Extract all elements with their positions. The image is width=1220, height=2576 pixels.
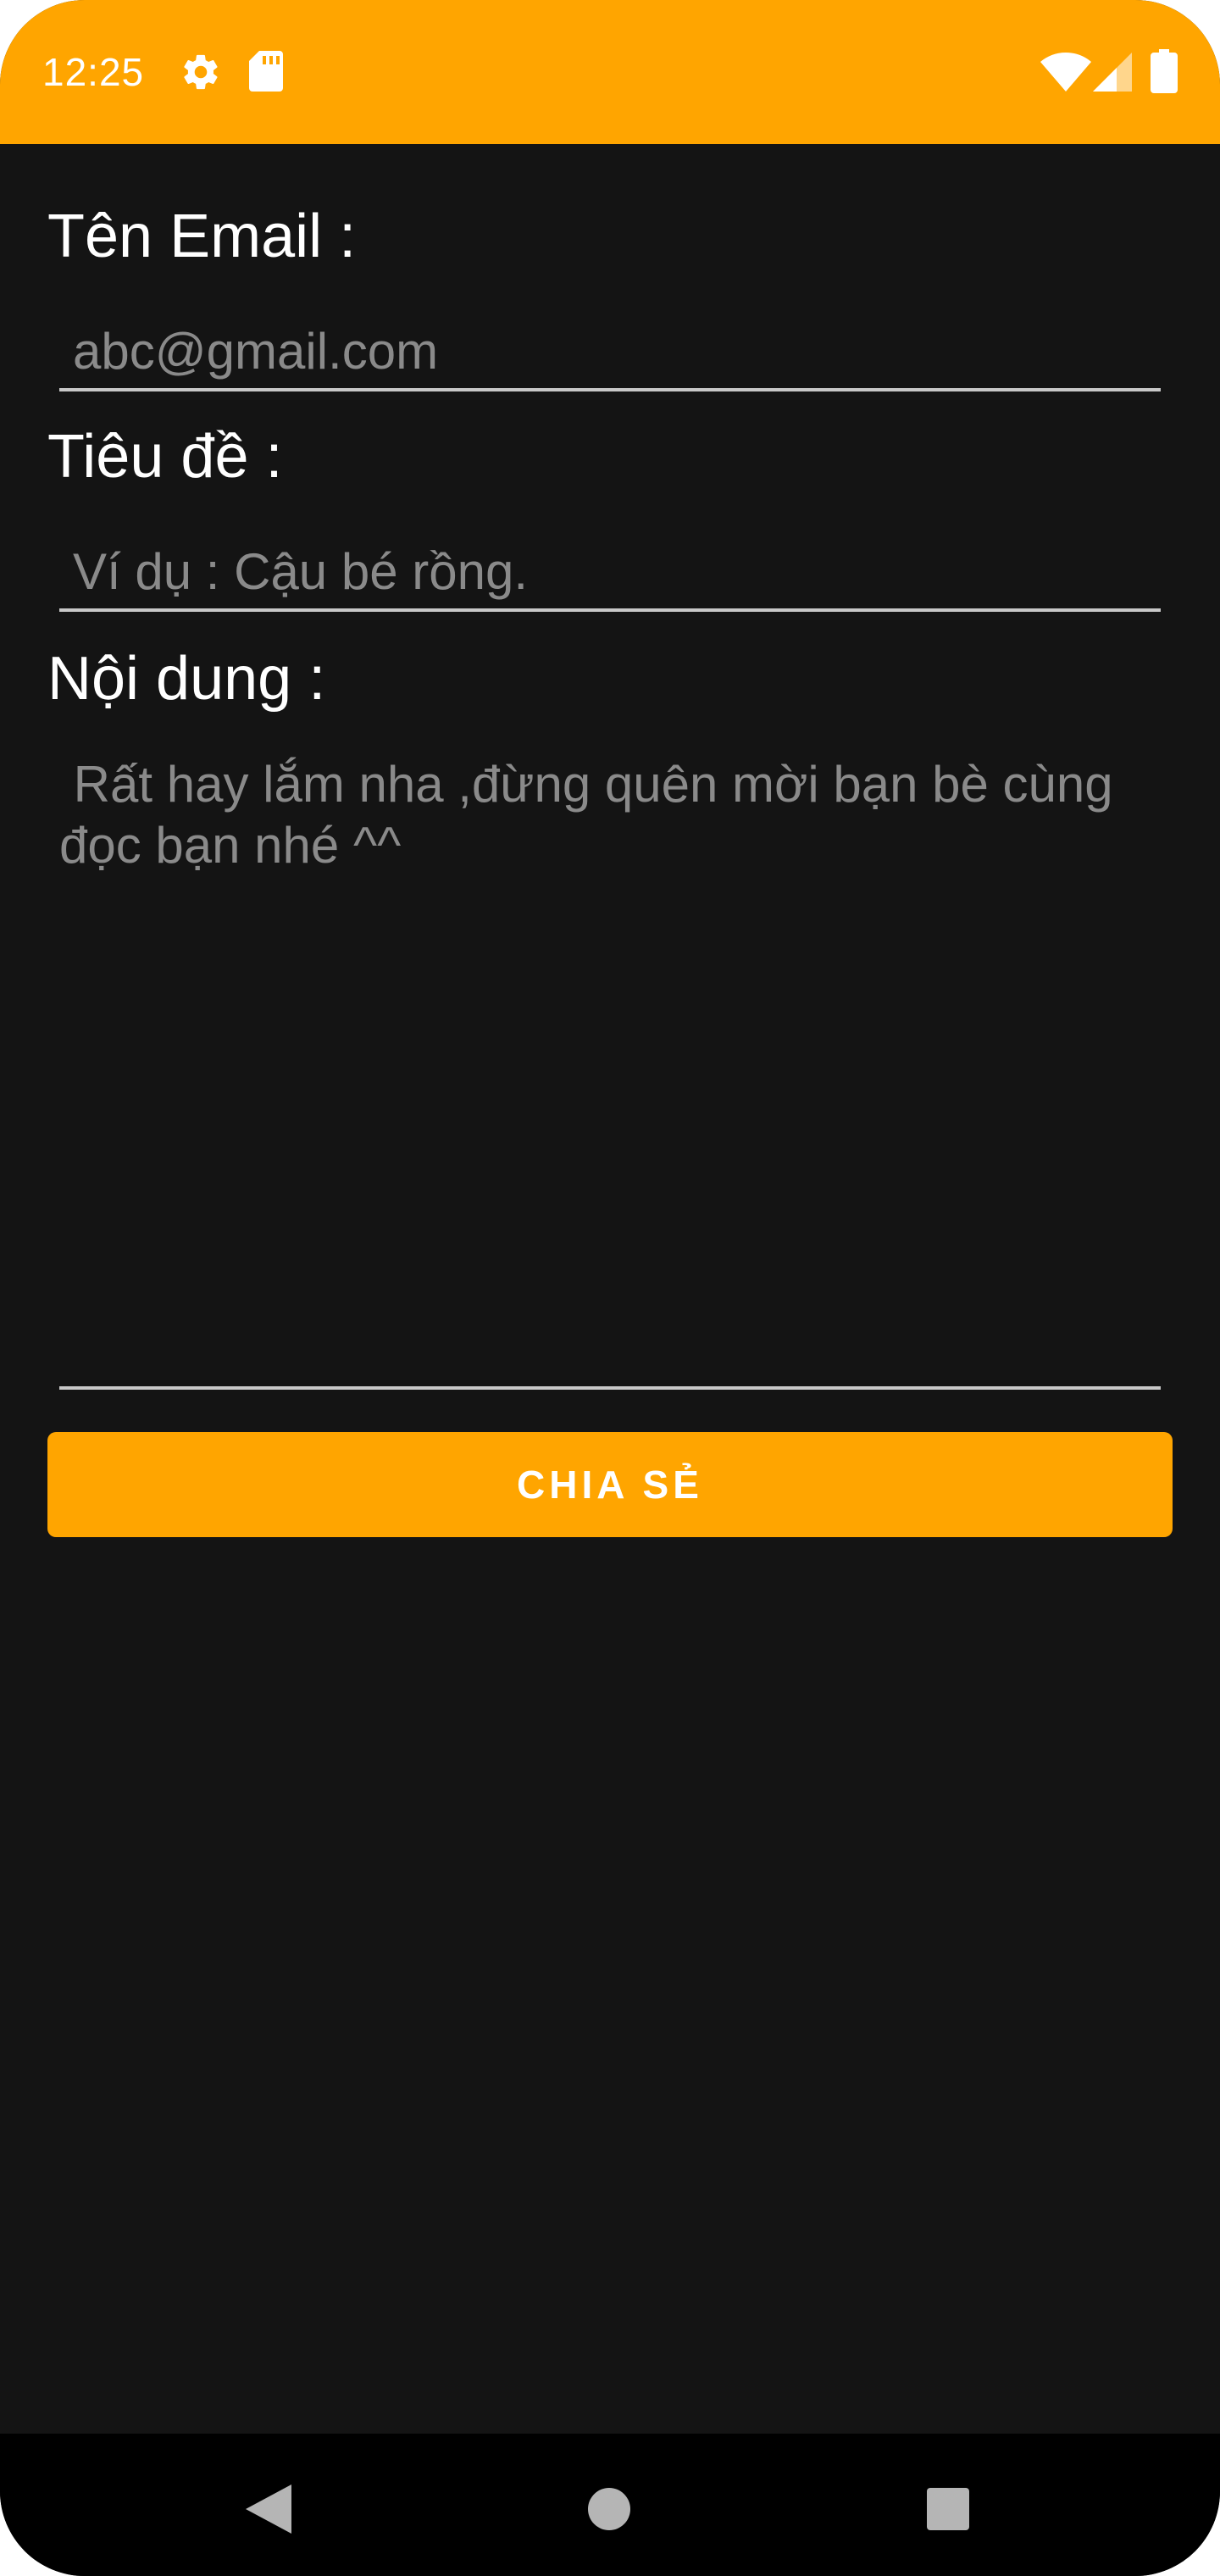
- content-field[interactable]: [59, 746, 1161, 1390]
- status-bar: 12:25: [0, 0, 1220, 144]
- gear-icon: [184, 54, 218, 90]
- content-label: Nội dung :: [47, 645, 326, 713]
- status-time: 12:25: [42, 50, 145, 94]
- title-field[interactable]: [59, 534, 1161, 612]
- back-icon[interactable]: [246, 2484, 291, 2534]
- title-label: Tiêu đề :: [47, 423, 283, 491]
- phone-screen: 12:25 Tên Email : Tiêu đề : Nội dung : C…: [0, 0, 1220, 2576]
- navigation-bar: [0, 2434, 1220, 2576]
- wifi-icon: [1040, 53, 1091, 92]
- email-field[interactable]: [59, 314, 1161, 391]
- battery-icon: [1151, 49, 1178, 93]
- share-button[interactable]: CHIA SẺ: [47, 1432, 1173, 1537]
- email-label: Tên Email :: [47, 203, 357, 270]
- home-icon[interactable]: [588, 2488, 630, 2530]
- recents-icon[interactable]: [927, 2488, 969, 2530]
- sd-card-icon: [249, 51, 283, 92]
- signal-icon: [1093, 53, 1132, 92]
